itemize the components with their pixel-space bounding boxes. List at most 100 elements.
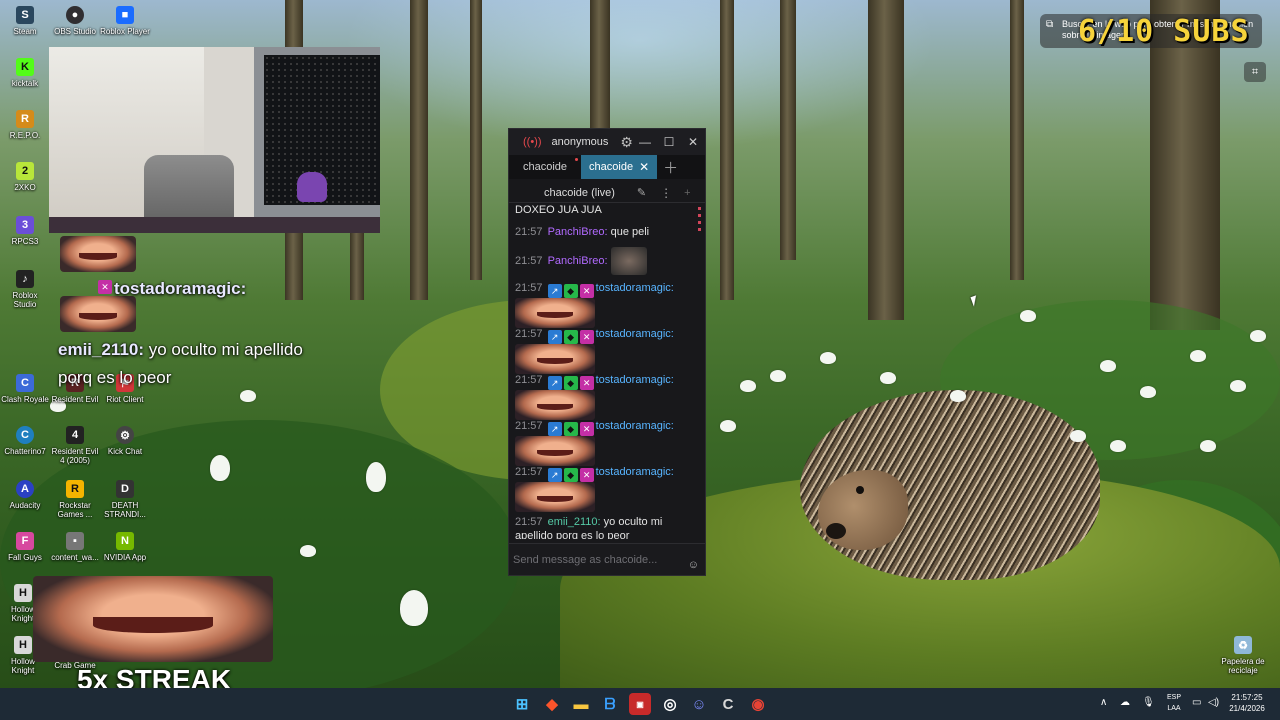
overlay-alert-user: tostadoramagic: (114, 279, 247, 298)
chat-titlebar[interactable]: ((•)) anonymous ⚙ — ☐ ✕ (509, 129, 705, 155)
unread-dot (575, 158, 579, 161)
brave-icon[interactable]: ◆ (541, 693, 563, 715)
chat-username[interactable]: tostadoramagic: (596, 420, 674, 432)
chat-username[interactable]: tostadoramagic: (596, 282, 674, 294)
network-icon[interactable]: ▭ (1192, 697, 1201, 708)
obs-icon[interactable]: ◎ (659, 693, 681, 715)
roblox-studio-icon: ♪ (16, 270, 34, 288)
chat-username[interactable]: PanchiBreo: (548, 226, 608, 238)
onedrive-icon[interactable]: ☁ (1120, 697, 1130, 708)
chat-username[interactable]: tostadoramagic: (596, 374, 674, 386)
desktop-icon-recycle-bin[interactable]: ♻ Papelera de reciclaje (1212, 636, 1274, 675)
desktop-icon-kicktalk[interactable]: Kkicktalk (0, 58, 54, 88)
emote-image (60, 296, 136, 332)
overlay-chat-line: emii_2110: yo oculto mi apellido (58, 340, 303, 359)
chat-username[interactable]: emii_2110: (548, 516, 601, 528)
bing-icon[interactable]: ᗷ (599, 693, 621, 715)
tab-chacoide[interactable]: chacoide (509, 155, 581, 179)
desktop-icon-repo[interactable]: R R.E.P.O. (0, 110, 54, 140)
chat-message[interactable]: 21:57 ↗ ◆ ✕ tostadoramagic: (515, 327, 699, 374)
add-split-icon[interactable]: + (684, 187, 690, 199)
chat-username[interactable]: PanchiBreo: (548, 255, 608, 267)
moderator-badge-icon: ↗ (547, 330, 562, 344)
moderation-icon[interactable]: ✎ (637, 186, 646, 199)
start-icon[interactable]: ⊞ (511, 693, 533, 715)
chat-username[interactable]: tostadoramagic: (596, 466, 674, 478)
roblox-icon: ■ (116, 6, 134, 24)
close-tab-icon[interactable]: ✕ (639, 160, 649, 174)
message-input-bar: ☺ (509, 543, 705, 575)
vip-badge-icon: ◆ (563, 284, 578, 298)
emoji-icon[interactable]: ☺ (688, 559, 699, 571)
vip-badge-icon: ◆ (563, 330, 578, 344)
tab-chacoide-active[interactable]: chacoide ✕ (581, 155, 658, 179)
minimize-button[interactable]: — (633, 135, 657, 149)
desktop-icon-roblox-player[interactable]: ■ Roblox Player (96, 6, 154, 36)
settings-gear-icon[interactable]: ⚙ (620, 134, 633, 151)
chat-message[interactable]: 21:57 emii_2110: yo oculto mi apellido p… (515, 515, 699, 539)
desktop-icon-kick-chat[interactable]: ⚙ Kick Chat (96, 426, 154, 456)
hollow-knight-icon: H (14, 636, 32, 654)
show-hidden-icons-icon[interactable]: ∧ (1100, 697, 1107, 708)
language-indicator[interactable]: ESP LAA (1160, 692, 1188, 714)
media-icon[interactable]: ▣ (629, 693, 651, 715)
chat-window: ((•)) anonymous ⚙ — ☐ ✕ chacoide chacoid… (508, 128, 706, 576)
resident-evil-4-icon: 4 (66, 426, 84, 444)
chat-message[interactable]: 21:57 ↗ ◆ ✕ tostadoramagic: (515, 281, 699, 328)
vip-badge-icon: ◆ (563, 376, 578, 390)
microphone-icon[interactable]: 🎙 (1142, 697, 1155, 708)
chat-emote[interactable] (515, 298, 595, 328)
moderator-badge-icon: ↗ (547, 284, 562, 298)
chat-message[interactable]: 21:57 ↗ ◆ ✕ tostadoramagic: (515, 465, 699, 512)
chat-emote[interactable] (515, 436, 595, 466)
webcam-feed (49, 47, 380, 233)
desktop-icon-nvidia-app[interactable]: N NVIDIA App (96, 532, 154, 562)
chat-message[interactable]: 21:57 ↗ ◆ ✕ tostadoramagic: (515, 419, 699, 466)
audacity-icon: A (16, 480, 34, 498)
chat-message[interactable]: 21:57 ↗ ◆ ✕ tostadoramagic: (515, 373, 699, 420)
clock[interactable]: 21:57:25 21/4/2026 (1222, 692, 1272, 714)
desktop-icon-2xko[interactable]: 2 2XKO (0, 162, 54, 192)
death-stranding-icon: D (116, 480, 134, 498)
desktop-icon-death-stranding[interactable]: D DEATH STRANDI... (96, 480, 154, 519)
discord-icon[interactable]: ☺ (688, 693, 710, 715)
scrollbar[interactable] (698, 207, 701, 247)
chat-message[interactable]: DOXEO JUA JUA (515, 203, 699, 219)
close-button[interactable]: ✕ (681, 135, 705, 149)
subscriber-badge-icon: ✕ (579, 422, 594, 436)
chrome-icon[interactable]: ◉ (747, 693, 769, 715)
desktop-icon-roblox-studio[interactable]: ♪ Roblox Studio (0, 270, 54, 309)
chat-emote[interactable] (515, 344, 595, 374)
desktop-icon-rpcs3[interactable]: 3 RPCS3 (0, 216, 54, 246)
chat-message[interactable]: 21:57 PanchiBreo: (515, 247, 699, 275)
repo-icon: R (16, 110, 34, 128)
visual-search-button[interactable]: ⌗ (1244, 62, 1266, 82)
volume-icon[interactable]: ◁) (1208, 697, 1219, 708)
moderator-badge-icon: ↗ (547, 376, 562, 390)
message-input[interactable] (513, 553, 683, 566)
live-indicator-icon: ((•)) (523, 136, 542, 148)
moderator-badge-icon: ↗ (547, 468, 562, 482)
moderator-badge-icon: ↗ (547, 422, 562, 436)
tab-bar: chacoide chacoide ✕ ＋ (509, 155, 705, 179)
hollow-knight-icon: H (14, 584, 32, 602)
chat-emote[interactable] (515, 390, 595, 420)
rockstar-icon: R (66, 480, 84, 498)
taskbar: ⊞ ◆ ▬ ᗷ ▣ ◎ ☺ C ◉ ∧ ☁ 🎙 ESP LAA ▭ ◁) 21:5… (0, 688, 1280, 720)
chat-emote[interactable] (515, 482, 595, 512)
more-options-icon[interactable]: ⋮ (660, 186, 672, 200)
add-tab-button[interactable]: ＋ (663, 155, 678, 179)
chat-message[interactable]: 21:57 PanchiBreo: que peli (515, 225, 699, 239)
chatterino-icon[interactable]: C (717, 693, 739, 715)
message-list[interactable]: DOXEO JUA JUA 21:57 PanchiBreo: que peli… (509, 203, 699, 539)
content-icon: ▪ (66, 532, 84, 550)
subscriber-badge-icon: ✕ (98, 280, 112, 294)
lens-icon: ⧉ (1046, 19, 1054, 30)
split-header[interactable]: chacoide (live) ✎ ⋮ + (509, 183, 705, 203)
chat-emote[interactable] (610, 247, 647, 275)
recycle-bin-icon: ♻ (1234, 636, 1252, 654)
account-name[interactable]: anonymous (552, 136, 609, 148)
chat-username[interactable]: tostadoramagic: (596, 328, 674, 340)
file-explorer-icon[interactable]: ▬ (570, 693, 592, 715)
maximize-button[interactable]: ☐ (657, 135, 681, 149)
